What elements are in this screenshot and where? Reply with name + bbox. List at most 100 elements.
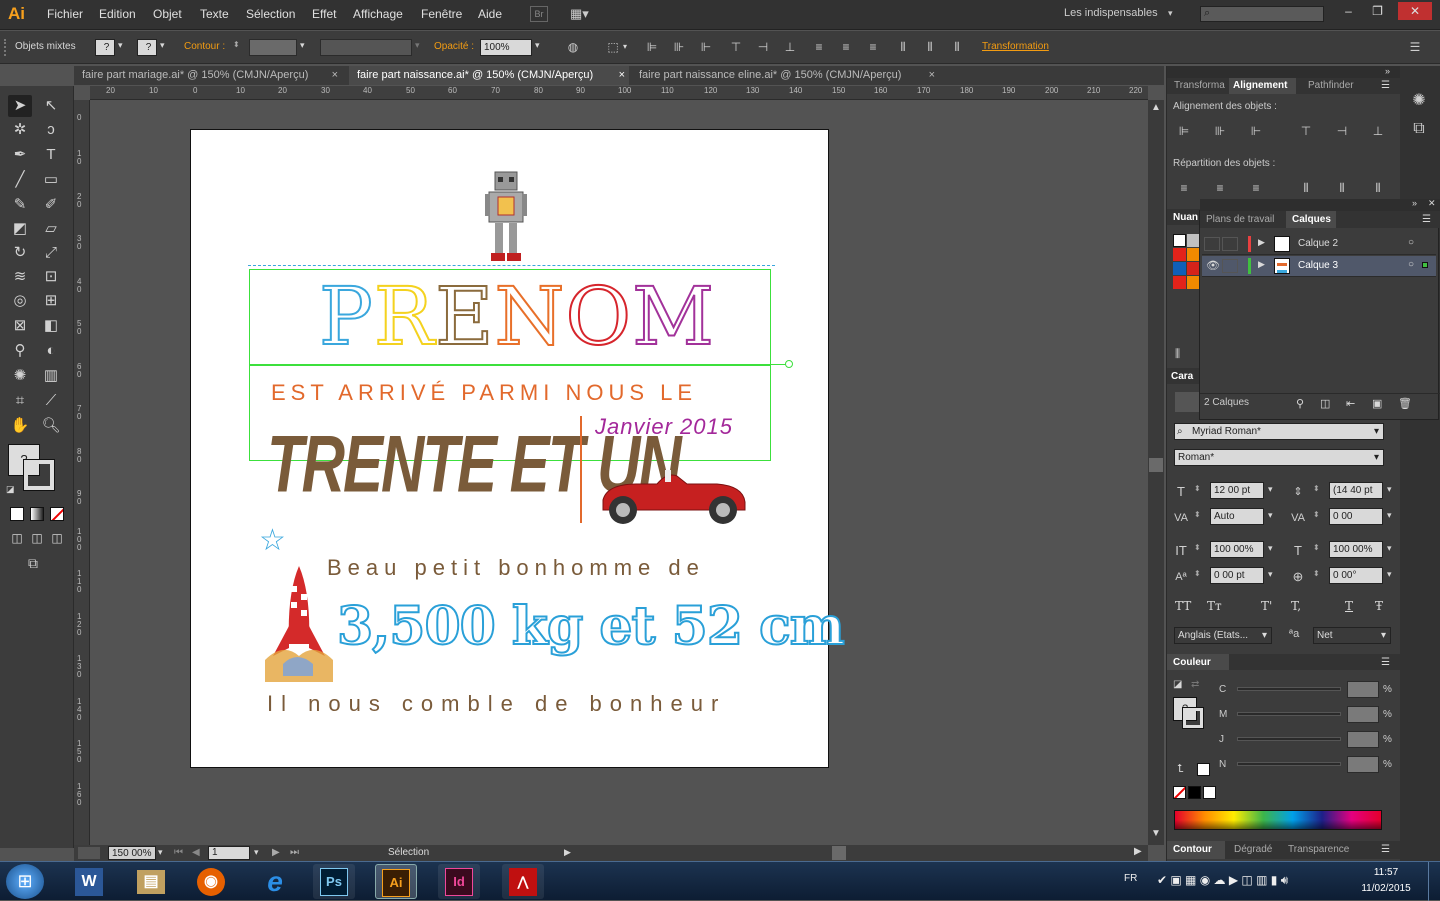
column-graph-tool-icon[interactable]: ▥ <box>40 365 62 387</box>
trash-icon[interactable]: 🗑︎ <box>1398 397 1412 410</box>
beau-text[interactable]: Beau petit bonhomme de <box>327 555 705 581</box>
eyedropper-tool-icon[interactable]: ⚲ <box>9 340 31 362</box>
free-transform-tool-icon[interactable]: ⊡ <box>40 266 62 288</box>
panel-dist-left-icon[interactable]: ⫴ <box>1299 181 1313 195</box>
screen-mode-icon[interactable]: ⧉ <box>22 552 44 574</box>
cmyk-m-slider[interactable] <box>1237 712 1341 716</box>
rocket-image[interactable] <box>263 564 335 684</box>
cmyk-n-input[interactable] <box>1347 756 1379 773</box>
menu-edition[interactable]: Edition <box>99 7 136 21</box>
menu-objet[interactable]: Objet <box>153 7 182 21</box>
prenom-title[interactable]: PRENOM <box>318 269 715 364</box>
taskbar-firefox[interactable]: ◉ <box>190 864 232 899</box>
artboard-tool-icon[interactable]: ⌗ <box>9 390 31 412</box>
tab-naissance[interactable]: faire part naissance.ai* @ 150% (CMJN/Ap… <box>349 66 629 85</box>
artboard[interactable]: PRENOM EST ARRIVÉ PARMI NOUS LE TRENTE E… <box>190 129 846 768</box>
status-icon[interactable] <box>78 847 100 859</box>
none-swatch[interactable] <box>1173 786 1186 799</box>
new-sublayer-icon[interactable]: ⇤ <box>1346 397 1355 410</box>
target-icon[interactable]: ○ <box>1408 237 1414 248</box>
panel-align-right-icon[interactable]: ⊩ <box>1249 124 1263 138</box>
draw-behind-icon[interactable]: ◫ <box>26 527 48 549</box>
star-icon[interactable]: ☆ <box>259 523 286 558</box>
workspace-switcher[interactable]: Les indispensables <box>1064 7 1158 19</box>
minimize-button[interactable]: – <box>1335 2 1362 20</box>
page-chevron-icon[interactable]: ▾ <box>254 847 259 858</box>
zoom-tool-icon[interactable]: 🔍︎ <box>40 415 62 437</box>
taskbar-explorer[interactable]: ▤ <box>130 864 172 899</box>
stepper-icon[interactable]: ⬍ <box>233 40 240 49</box>
first-page-icon[interactable]: ⏮ <box>174 847 183 858</box>
taskbar-photoshop[interactable]: Ps <box>313 864 355 899</box>
recolor-icon[interactable]: ◍ <box>566 40 580 54</box>
scale-tool-icon[interactable]: ⤢ <box>40 242 62 264</box>
taskbar-acrobat[interactable]: ⋀ <box>502 864 544 899</box>
locate-object-icon[interactable]: ⚲ <box>1296 397 1304 410</box>
close-icon[interactable]: × <box>332 69 338 81</box>
stroke-color-swatch[interactable] <box>23 459 55 491</box>
tray-icons[interactable]: ✔ ▣ ▦ ◉ ☁ ▶ ◫ ▥ ▮ 🔊︎ <box>1157 873 1288 888</box>
cmyk-j-slider[interactable] <box>1237 737 1341 741</box>
pencil-tool-icon[interactable]: ✐ <box>40 194 62 216</box>
collapse-panel-icon[interactable]: » <box>1412 198 1417 208</box>
symbol-sprayer-tool-icon[interactable]: ✺ <box>9 365 31 387</box>
taskbar-illustrator[interactable]: Ai <box>375 864 417 899</box>
fill-stroke-toggle-icon[interactable]: ◪ <box>1173 679 1182 690</box>
opacity-chevron-icon[interactable]: ▾ <box>535 40 540 51</box>
vertical-scrollbar[interactable]: ▲ ▼ <box>1148 100 1164 845</box>
new-layer-icon[interactable]: ▣ <box>1372 397 1382 410</box>
menu-aide[interactable]: Aide <box>478 7 502 21</box>
stepper-icon[interactable]: ⬍ <box>1313 569 1320 578</box>
transformation-link[interactable]: Transformation <box>982 41 1049 52</box>
cmyk-j-input[interactable] <box>1347 731 1379 748</box>
expand-icon[interactable]: ▶ <box>1258 237 1265 248</box>
date-small-text[interactable]: Janvier 2015 <box>595 414 733 440</box>
hand-tool-icon[interactable]: ✋ <box>9 415 31 437</box>
visibility-toggle[interactable] <box>1204 237 1220 251</box>
clock-date[interactable]: 11/02/2015 <box>1355 883 1417 894</box>
opacity-input[interactable]: 100% <box>480 39 532 56</box>
stroke-chevron-icon[interactable]: ▾ <box>160 40 165 51</box>
tab-degrade[interactable]: Dégradé <box>1234 844 1272 855</box>
close-window-button[interactable]: ✕ <box>1398 2 1432 20</box>
align-right-icon[interactable]: ⊩ <box>699 40 713 54</box>
stepper-icon[interactable]: ⬍ <box>1313 543 1320 552</box>
taskbar-ie[interactable]: e <box>254 864 296 899</box>
kerning-input[interactable]: Auto <box>1210 508 1264 525</box>
stepper-icon[interactable]: ⬍ <box>1194 484 1201 493</box>
panel-options-icon[interactable]: ☰ <box>1381 844 1390 855</box>
taskbar-word[interactable]: W <box>68 864 110 899</box>
vertical-scroll-thumb[interactable] <box>1149 458 1163 472</box>
graphic-styles-icon[interactable]: ⧉ <box>1412 121 1426 137</box>
show-desktop-button[interactable] <box>1428 862 1440 901</box>
distribute-left-icon[interactable]: ⫴ <box>896 40 910 54</box>
panel-options-icon[interactable]: ☰ <box>1381 80 1390 91</box>
appearance-icon[interactable]: ✺ <box>1412 93 1426 109</box>
tab-mariage[interactable]: faire part mariage.ai* @ 150% (CMJN/Aper… <box>74 66 342 85</box>
stepper-icon[interactable]: ⬍ <box>1194 569 1201 578</box>
chevron-down-icon[interactable]: ▾ <box>1268 484 1273 495</box>
tab-plans-de-travail[interactable]: Plans de travail <box>1206 214 1274 225</box>
chevron-down-icon[interactable]: ▾ <box>1387 569 1392 580</box>
search-input[interactable]: ⌕ <box>1200 6 1324 22</box>
panel-dist-hcenter-icon[interactable]: ⫴ <box>1335 181 1349 195</box>
menu-texte[interactable]: Texte <box>200 7 229 21</box>
menu-fichier[interactable]: Fichier <box>47 7 83 21</box>
taskbar-indesign[interactable]: Id <box>438 864 480 899</box>
baseline-input[interactable]: 0 00 pt <box>1210 567 1264 584</box>
bridge-button[interactable]: Br <box>530 6 548 22</box>
language-indicator[interactable]: FR <box>1124 873 1137 884</box>
arrive-text[interactable]: EST ARRIVÉ PARMI NOUS LE <box>271 380 697 406</box>
tab-alignement[interactable]: Alignement <box>1233 80 1287 91</box>
layer-name[interactable]: Calque 3 <box>1298 260 1338 271</box>
close-icon[interactable]: × <box>929 69 935 81</box>
stepper-icon[interactable]: ⬍ <box>1194 543 1201 552</box>
target-icon[interactable]: ○ <box>1408 259 1414 270</box>
layer-name[interactable]: Calque 2 <box>1298 238 1338 249</box>
panel-options-icon[interactable]: ☰ <box>1381 657 1390 668</box>
cmyk-c-slider[interactable] <box>1237 687 1341 691</box>
chevron-down-icon[interactable]: ▾ <box>1387 510 1392 521</box>
panel-align-hcenter-icon[interactable]: ⊪ <box>1213 124 1227 138</box>
couleur-stroke-swatch[interactable] <box>1182 707 1204 729</box>
panel-dist-right-icon[interactable]: ⫴ <box>1371 181 1385 195</box>
